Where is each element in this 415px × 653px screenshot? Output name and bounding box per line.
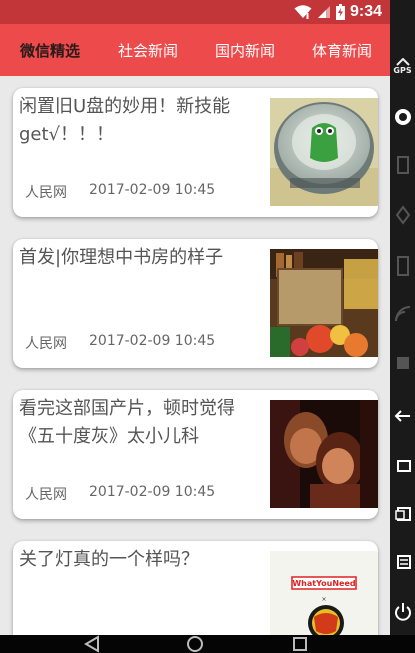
device-icon[interactable] <box>390 205 415 225</box>
nav-home-icon[interactable] <box>185 635 205 653</box>
gps-icon[interactable]: GPS <box>390 58 415 75</box>
article-meta: 人民网 2017-02-09 10:45 <box>25 182 215 202</box>
status-time: 9:34 <box>349 3 382 20</box>
status-icons: 9:34 <box>294 0 382 24</box>
article-card[interactable]: 首发|你理想中书房的样子 人民网 2017-02-09 10:45 <box>13 239 378 368</box>
whatyouneed-logo-text: WhatYouNeed <box>292 579 356 588</box>
article-source: 人民网 <box>25 185 67 201</box>
article-meta: 人民网 2017-02-09 10:45 <box>25 333 215 353</box>
apps-icon[interactable] <box>390 355 415 371</box>
article-thumbnail <box>270 400 378 508</box>
article-title: 首发|你理想中书房的样子 <box>19 247 224 268</box>
gps-label: GPS <box>393 66 412 75</box>
back-icon[interactable] <box>390 408 415 424</box>
article-thumbnail <box>270 249 378 357</box>
tab-sports-news[interactable]: 体育新闻 <box>292 24 390 76</box>
app-window: 9:34 微信精选 社会新闻 国内新闻 体育新闻 闲置旧U盘的妙用！新技能get… <box>0 0 390 653</box>
home-icon[interactable] <box>390 458 415 474</box>
article-date: 2017-02-09 10:45 <box>89 182 216 198</box>
article-title: 闲置旧U盘的妙用！新技能get√！！！ <box>19 96 231 145</box>
article-title: 关了灯真的一个样吗？ <box>19 549 199 570</box>
nav-back-icon[interactable] <box>82 635 102 653</box>
menu-icon[interactable] <box>390 553 415 571</box>
article-title: 看完这部国产片，顿时觉得《五十度灰》太小儿科 <box>19 398 235 447</box>
svg-text:×: × <box>321 596 326 603</box>
system-nav-bar <box>0 635 415 653</box>
category-tab-bar: 微信精选 社会新闻 国内新闻 体育新闻 <box>0 24 390 76</box>
article-source: 人民网 <box>25 336 67 352</box>
tab-wechat-picks[interactable]: 微信精选 <box>0 24 100 76</box>
rotate-icon[interactable] <box>390 255 415 277</box>
article-source: 人民网 <box>25 487 67 503</box>
wifi-icon <box>294 5 312 19</box>
article-date: 2017-02-09 10:45 <box>89 484 216 500</box>
article-card[interactable]: 看完这部国产片，顿时觉得《五十度灰》太小儿科 人民网 2017-02-09 10… <box>13 390 378 519</box>
article-card[interactable]: 闲置旧U盘的妙用！新技能get√！！！ 人民网 2017-02-09 10:45 <box>13 88 378 217</box>
tab-domestic-news[interactable]: 国内新闻 <box>195 24 295 76</box>
status-bar: 9:34 <box>0 0 390 24</box>
article-thumbnail <box>270 98 378 206</box>
camera-icon[interactable] <box>390 108 415 126</box>
recents-icon[interactable] <box>390 506 415 522</box>
article-meta: 人民网 2017-02-09 10:45 <box>25 484 215 504</box>
emulator-side-panel: GPS <box>390 0 415 653</box>
record-icon[interactable] <box>390 155 415 175</box>
cell-signal-icon <box>317 5 331 19</box>
article-list[interactable]: 闲置旧U盘的妙用！新技能get√！！！ 人民网 2017-02-09 10:45 <box>0 76 390 653</box>
tab-society-news[interactable]: 社会新闻 <box>98 24 198 76</box>
nav-recents-icon[interactable] <box>290 635 310 653</box>
wireless-icon[interactable] <box>390 305 415 323</box>
article-date: 2017-02-09 10:45 <box>89 333 216 349</box>
power-icon[interactable] <box>390 602 415 622</box>
battery-icon <box>335 4 345 20</box>
